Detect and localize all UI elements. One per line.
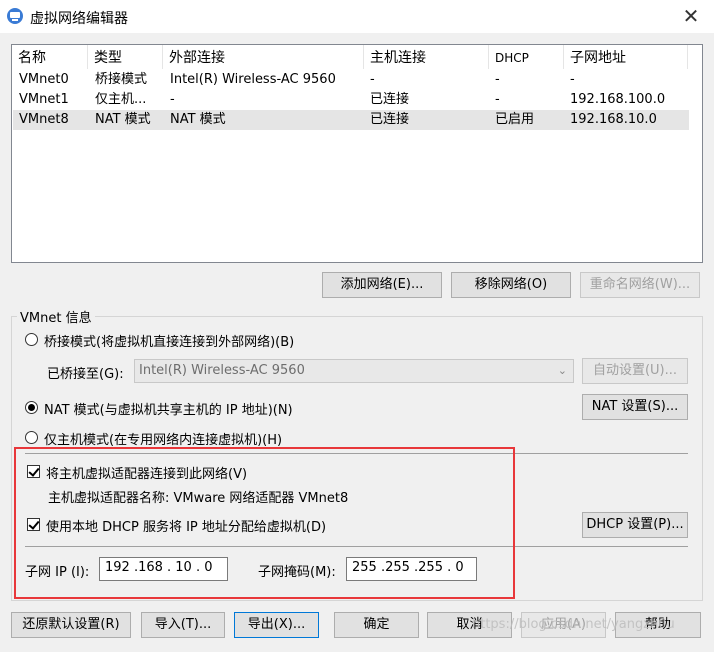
cell-dhcp: - [495,72,500,87]
host-only-label[interactable]: 仅主机模式(在专用网络内连接虚拟机)(H) [44,429,282,448]
export-button[interactable]: 导出(X)... [234,612,319,638]
column-header-dhcp[interactable]: DHCP [489,45,564,69]
column-header-host[interactable]: 主机连接 [364,45,489,69]
table-row-selected[interactable]: VMnet8 NAT 模式 NAT 模式 已连接 已启用 192.168.10.… [13,110,689,130]
nat-mode-radio[interactable] [25,401,38,414]
bridged-to-label: 已桥接至(G): [47,367,124,382]
bridged-to-dropdown[interactable]: Intel(R) Wireless-AC 9560 ⌄ [134,359,574,383]
auto-settings-button[interactable]: 自动设置(U)... [582,358,688,384]
cell-name: VMnet1 [19,92,69,107]
network-list[interactable]: 名称 类型 外部连接 主机连接 DHCP 子网地址 VMnet0 桥接模式 In… [11,44,703,263]
cell-name: VMnet0 [19,72,69,87]
remove-network-button[interactable]: 移除网络(O) [451,272,571,298]
bridged-to-value: Intel(R) Wireless-AC 9560 [139,363,305,378]
column-header-subnet[interactable]: 子网地址 [564,45,688,69]
bridge-mode-radio[interactable] [25,333,38,346]
column-header-name[interactable]: 名称 [12,45,88,69]
vmware-network-icon [7,8,23,24]
window-title: 虚拟网络编辑器 [30,11,128,27]
title-bar: 虚拟网络编辑器 ✕ [0,0,714,33]
column-header-external[interactable]: 外部连接 [163,45,364,69]
bridge-mode-label[interactable]: 桥接模式(将虚拟机直接连接到外部网络)(B) [44,331,294,350]
table-row[interactable]: VMnet0 桥接模式 Intel(R) Wireless-AC 9560 - … [13,70,689,90]
watermark: https://blog.csdn.net/yangzh0u [472,617,675,632]
cell-external: Intel(R) Wireless-AC 9560 [170,72,336,87]
import-button[interactable]: 导入(T)... [141,612,225,638]
dhcp-settings-button[interactable]: DHCP 设置(P)... [582,512,688,538]
restore-defaults-button[interactable]: 还原默认设置(R) [11,612,131,638]
cell-type: 仅主机... [95,92,147,107]
vmnet-info-label: VMnet 信息 [17,307,95,326]
list-header: 名称 类型 外部连接 主机连接 DHCP 子网地址 [12,45,702,69]
cell-dhcp: 已启用 [495,112,535,127]
cell-host: 已连接 [370,112,410,127]
cell-type: NAT 模式 [95,112,151,127]
close-icon[interactable]: ✕ [680,5,702,27]
nat-mode-label[interactable]: NAT 模式(与虚拟机共享主机的 IP 地址)(N) [44,399,293,418]
cell-host: - [370,72,375,87]
column-header-type[interactable]: 类型 [88,45,163,69]
cell-subnet: 192.168.100.0 [570,92,666,107]
cell-subnet: 192.168.10.0 [570,112,657,127]
cell-external: NAT 模式 [170,112,226,127]
cell-dhcp: - [495,92,500,107]
nat-settings-button[interactable]: NAT 设置(S)... [582,394,688,420]
cell-subnet: - [570,72,575,87]
ok-button[interactable]: 确定 [334,612,419,638]
highlight-box [14,447,515,599]
table-row[interactable]: VMnet1 仅主机... - 已连接 - 192.168.100.0 [13,90,689,110]
host-only-radio[interactable] [25,431,38,444]
chevron-down-icon: ⌄ [557,364,567,377]
rename-network-button[interactable]: 重命名网络(W)... [580,272,700,298]
cell-host: 已连接 [370,92,410,107]
add-network-button[interactable]: 添加网络(E)... [322,272,442,298]
cell-type: 桥接模式 [95,72,148,87]
cell-external: - [170,92,175,107]
cell-name: VMnet8 [19,112,69,127]
